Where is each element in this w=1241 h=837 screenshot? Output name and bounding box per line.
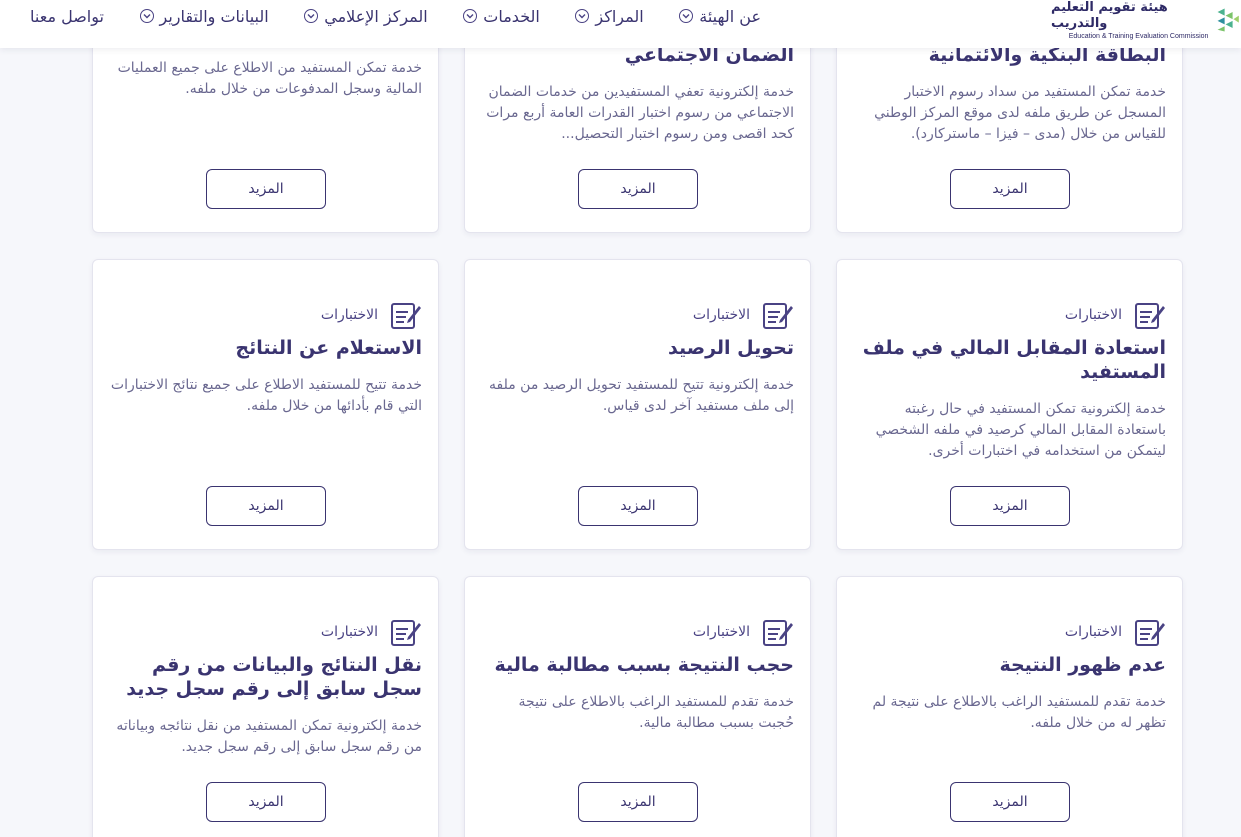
exam-edit-icon — [391, 303, 421, 329]
service-card-result-blocked: الاختبارات حجب النتيجة بسبب مطالبة مالية… — [464, 576, 811, 837]
top-header: هيئة تقويم التعليم والتدريب Education & … — [0, 0, 1241, 48]
more-button[interactable]: المزيد — [578, 486, 698, 526]
chevron-down-icon — [463, 9, 478, 23]
category-label: الاختبارات — [1064, 624, 1122, 640]
card-title[interactable]: تحويل الرصيد — [481, 336, 794, 360]
exam-edit-icon — [1135, 620, 1165, 646]
category-label: الاختبارات — [1064, 307, 1122, 323]
card-title[interactable]: عدم ظهور النتيجة — [853, 653, 1166, 677]
exam-edit-icon — [1135, 303, 1165, 329]
nav-services[interactable]: الخدمات — [463, 7, 540, 26]
service-card-refund: الاختبارات استعادة المقابل المالي في ملف… — [836, 259, 1183, 550]
card-description: خدمة إلكترونية تعفي المستفيدين من خدمات … — [486, 84, 794, 142]
nav-about[interactable]: عن الهيئة — [679, 7, 761, 26]
logo-arabic-text: هيئة تقويم التعليم والتدريب — [1051, 0, 1168, 31]
exam-edit-icon — [763, 620, 793, 646]
category-label: الاختبارات — [320, 307, 378, 323]
card-description: خدمة تمكن المستفيد من سداد رسوم الاختبار… — [874, 84, 1166, 142]
card-title[interactable]: نقل النتائج والبيانات من رقم سجل سابق إل… — [109, 653, 422, 701]
nav-label: عن الهيئة — [699, 6, 761, 26]
main-nav: عن الهيئة المراكز الخدمات المركز الإعلام… — [30, 4, 761, 28]
service-card-results-inquiry: الاختبارات الاستعلام عن النتائج خدمة تتي… — [92, 259, 439, 550]
nav-centers[interactable]: المراكز — [575, 6, 644, 26]
more-button[interactable]: المزيد — [950, 486, 1070, 526]
nav-label: البيانات والتقارير — [159, 6, 269, 26]
logo-mark-icon — [1217, 8, 1240, 32]
card-description: خدمة تتيح للمستفيد الاطلاع على جميع نتائ… — [110, 377, 422, 414]
nav-media-center[interactable]: المركز الإعلامي — [304, 7, 428, 26]
chevron-down-icon — [575, 9, 590, 23]
card-description: خدمة تقدم للمستفيد الراغب بالاطلاع على ن… — [518, 694, 794, 731]
nav-label: تواصل معنا — [30, 6, 104, 26]
more-button[interactable]: المزيد — [206, 486, 326, 526]
service-card-transfer-results: الاختبارات نقل النتائج والبيانات من رقم … — [92, 576, 439, 837]
more-button[interactable]: المزيد — [950, 782, 1070, 822]
exam-edit-icon — [763, 303, 793, 329]
etec-logo[interactable]: هيئة تقويم التعليم والتدريب Education & … — [1051, 0, 1241, 40]
category-label: الاختبارات — [692, 624, 750, 640]
card-description: خدمة تمكن المستفيد من الاطلاع على جميع ا… — [117, 60, 422, 97]
more-button[interactable]: المزيد — [206, 169, 326, 209]
service-card-result-not-shown: الاختبارات عدم ظهور النتيجة خدمة تقدم لل… — [836, 576, 1183, 837]
nav-label: المراكز — [595, 6, 644, 26]
category-label: الاختبارات — [320, 624, 378, 640]
service-card-balance-transfer: الاختبارات تحويل الرصيد خدمة إلكترونية ت… — [464, 259, 811, 550]
nav-label: المركز الإعلامي — [324, 6, 428, 26]
more-button[interactable]: المزيد — [950, 169, 1070, 209]
category-label: الاختبارات — [692, 307, 750, 323]
nav-data-reports[interactable]: البيانات والتقارير — [139, 6, 269, 26]
exam-edit-icon — [391, 620, 421, 646]
card-description: خدمة إلكترونية تمكن المستفيد في حال رغبت… — [875, 401, 1166, 459]
card-title[interactable]: استعادة المقابل المالي في ملف المستفيد — [853, 336, 1166, 384]
card-description: خدمة إلكترونية تمكن المستفيد من نقل نتائ… — [116, 718, 422, 755]
chevron-down-icon — [304, 9, 319, 23]
nav-label: الخدمات — [483, 6, 540, 26]
more-button[interactable]: المزيد — [206, 782, 326, 822]
chevron-down-icon — [679, 9, 694, 23]
logo-english-text: Education & Training Evaluation Commissi… — [1068, 32, 1209, 40]
more-button[interactable]: المزيد — [578, 169, 698, 209]
card-title[interactable]: حجب النتيجة بسبب مطالبة مالية — [481, 653, 794, 677]
card-description: خدمة إلكترونية تتيح للمستفيد تحويل الرصي… — [488, 377, 794, 414]
card-description: خدمة تقدم للمستفيد الراغب بالاطلاع على ن… — [872, 694, 1166, 731]
nav-contact[interactable]: تواصل معنا — [30, 7, 104, 26]
card-title[interactable]: الاستعلام عن النتائج — [109, 336, 422, 360]
more-button[interactable]: المزيد — [578, 782, 698, 822]
chevron-down-icon — [139, 9, 154, 23]
